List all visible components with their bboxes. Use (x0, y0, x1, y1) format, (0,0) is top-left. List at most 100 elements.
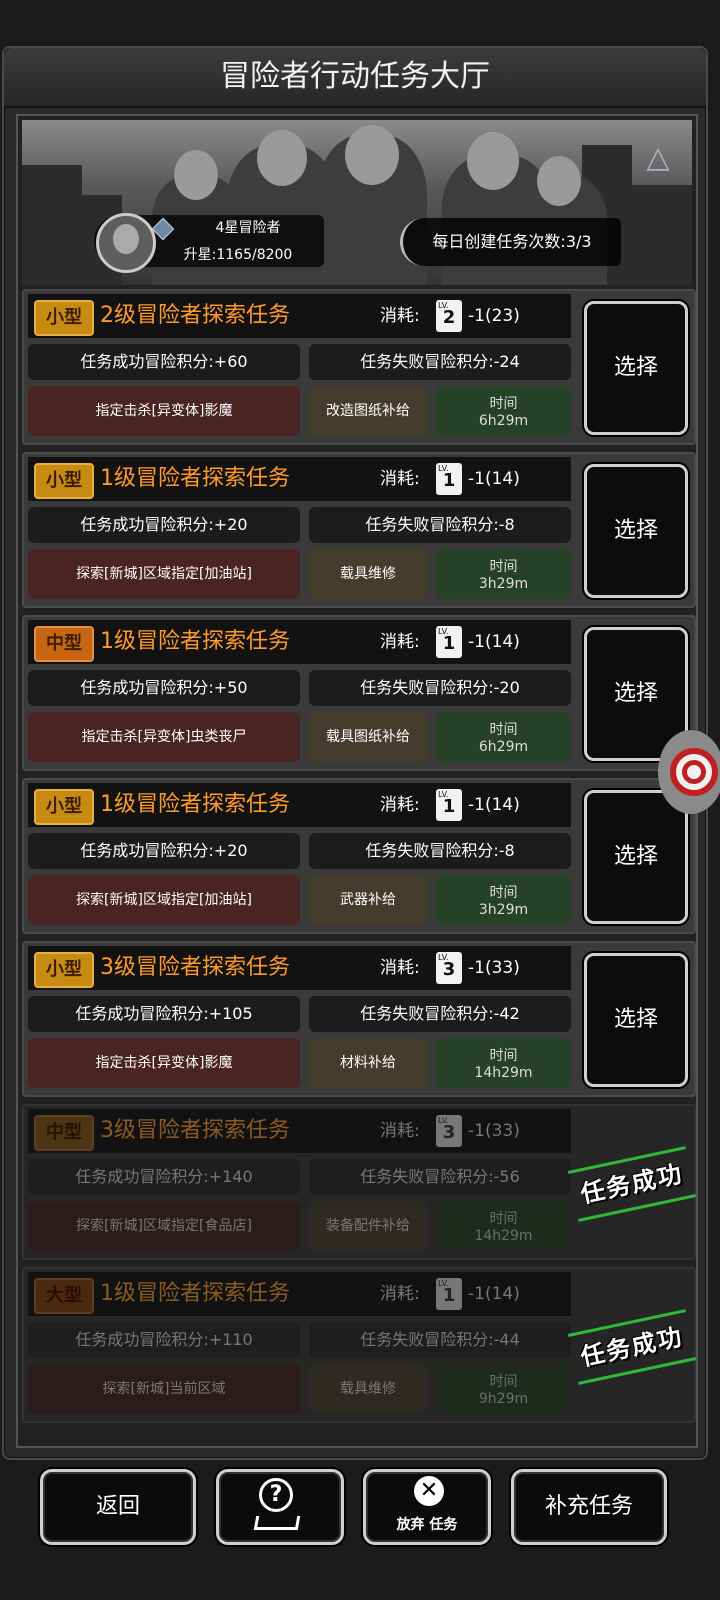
select-task-button[interactable]: 选择 (584, 464, 688, 598)
task-name: 1级冒险者探索任务 (100, 466, 290, 491)
abandon-task-button[interactable]: ✕ 放弃 任务 (363, 1469, 491, 1545)
fail-points: 任务失败冒险积分:-42 (309, 996, 571, 1032)
success-points: 任务成功冒险积分:+60 (28, 344, 300, 380)
adventurers-banner: △ 4星冒险者 升星:1165/8200 每日创建任务次数:3/3 (22, 120, 692, 285)
task-card[interactable]: 中型1级冒险者探索任务 消耗: 1 -1(14) 任务成功冒险积分:+50任务失败冒险积… (22, 614, 696, 771)
task-time: 时间 9h29m (436, 1364, 571, 1414)
level-card-icon: 1 (436, 451, 462, 495)
task-target: 探索[新城]区域指定[加油站] (28, 549, 300, 599)
level-card-icon: 1 (436, 1266, 462, 1310)
time-label: 时间 (489, 1374, 518, 1390)
task-target: 探索[新城]区域指定[加油站] (28, 875, 300, 925)
task-success-stamp: 任务成功 (567, 1309, 697, 1385)
task-success-stamp: 任务成功 (567, 1146, 697, 1222)
cost-label: 消耗: (380, 1284, 420, 1304)
task-name: 2级冒险者探索任务 (100, 303, 290, 328)
time-value: 6h29m (478, 739, 529, 755)
task-size-tag: 小型 (34, 952, 94, 988)
time-value: 9h29m (478, 1391, 529, 1407)
task-reward: 载具维修 (309, 1364, 427, 1414)
success-points: 任务成功冒险积分:+105 (28, 996, 300, 1032)
task-header: 大型1级冒险者探索任务 消耗: 1 -1(14) (28, 1266, 571, 1316)
task-name: 3级冒险者探索任务 (100, 1118, 290, 1143)
task-card[interactable]: 小型1级冒险者探索任务 消耗: 1 -1(14) 任务成功冒险积分:+20任务失败冒险积… (22, 451, 696, 608)
task-name: 3级冒险者探索任务 (100, 955, 290, 980)
level-card-icon: 1 (436, 614, 462, 658)
cost-label: 消耗: (380, 795, 420, 815)
task-time: 时间 6h29m (436, 712, 571, 762)
task-target: 探索[新城]当前区域 (28, 1364, 300, 1414)
rank-progress: 升星:1165/8200 (183, 247, 293, 263)
back-button[interactable]: 返回 (40, 1469, 196, 1545)
task-time: 时间 3h29m (436, 875, 571, 925)
time-value: 14h29m (474, 1228, 533, 1244)
task-size-tag: 中型 (34, 626, 94, 662)
task-reward: 载具维修 (309, 549, 427, 599)
task-header: 小型3级冒险者探索任务 消耗: 3 -1(33) (28, 940, 571, 990)
map-base-icon (253, 1516, 301, 1530)
task-size-tag: 小型 (34, 300, 94, 336)
task-header: 小型1级冒险者探索任务 消耗: 1 -1(14) (28, 777, 571, 827)
task-size-tag: 中型 (34, 1115, 94, 1151)
select-task-button[interactable]: 选择 (584, 790, 688, 924)
task-reward: 武器补给 (309, 875, 427, 925)
task-target: 指定击杀[异变体]影魔 (28, 386, 300, 436)
fail-points: 任务失败冒险积分:-20 (309, 670, 571, 706)
task-card[interactable]: 小型1级冒险者探索任务 消耗: 1 -1(14) 任务成功冒险积分:+20任务失败冒险积… (22, 777, 696, 934)
cost-value: -1(14) (468, 1284, 520, 1304)
task-time: 时间 14h29m (436, 1201, 571, 1251)
task-time: 时间 3h29m (436, 549, 571, 599)
select-task-button[interactable]: 选择 (584, 953, 688, 1087)
cost-label: 消耗: (380, 469, 420, 489)
close-icon: ✕ (414, 1476, 444, 1506)
task-name: 1级冒险者探索任务 (100, 792, 290, 817)
success-points: 任务成功冒险积分:+50 (28, 670, 300, 706)
task-header: 小型2级冒险者探索任务 消耗: 2 -1(23) (28, 288, 571, 338)
task-size-tag: 小型 (34, 789, 94, 825)
time-label: 时间 (489, 722, 518, 738)
cost-label: 消耗: (380, 958, 420, 978)
cost-value: -1(14) (468, 469, 520, 489)
cost-value: -1(14) (468, 795, 520, 815)
page-title: 冒险者行动任务大厅 (4, 48, 706, 108)
daily-create-count: 每日创建任务次数:3/3 (400, 218, 621, 266)
replenish-task-button[interactable]: 补充任务 (511, 1469, 667, 1545)
time-label: 时间 (489, 1048, 518, 1064)
level-card-icon: 3 (436, 1103, 462, 1147)
task-reward: 材料补给 (309, 1038, 427, 1088)
task-header: 中型3级冒险者探索任务 消耗: 3 -1(33) (28, 1103, 571, 1153)
fail-points: 任务失败冒险积分:-44 (309, 1322, 571, 1358)
time-value: 6h29m (478, 413, 529, 429)
task-reward: 改造图纸补给 (309, 386, 427, 436)
time-label: 时间 (489, 396, 518, 412)
task-reward: 装备配件补给 (309, 1201, 427, 1251)
task-header: 小型1级冒险者探索任务 消耗: 1 -1(14) (28, 451, 571, 501)
task-card: 中型3级冒险者探索任务 消耗: 3 -1(33) 任务成功冒险积分:+140任务失败冒险… (22, 1103, 697, 1260)
level-card-icon: 2 (436, 288, 462, 332)
cost-label: 消耗: (380, 1121, 420, 1141)
select-task-button[interactable]: 选择 (584, 301, 688, 435)
floating-target-icon[interactable] (658, 730, 720, 814)
fail-points: 任务失败冒险积分:-8 (309, 833, 571, 869)
task-card: 大型1级冒险者探索任务 消耗: 1 -1(14) 任务成功冒险积分:+110任务失败冒险… (22, 1266, 697, 1423)
cost-label: 消耗: (380, 306, 420, 326)
time-value: 3h29m (478, 576, 529, 592)
fail-points: 任务失败冒险积分:-56 (309, 1159, 571, 1195)
task-card[interactable]: 小型3级冒险者探索任务 消耗: 3 -1(33) 任务成功冒险积分:+105任务失败冒险… (22, 940, 696, 1097)
fail-points: 任务失败冒险积分:-8 (309, 507, 571, 543)
help-button[interactable]: ? (216, 1469, 344, 1545)
rank-title: 4星冒险者 (215, 220, 281, 236)
task-size-tag: 小型 (34, 463, 94, 499)
player-avatar (96, 213, 156, 273)
task-card[interactable]: 小型2级冒险者探索任务 消耗: 2 -1(23) 任务成功冒险积分:+60任务失败冒险积… (22, 288, 696, 445)
cost-value: -1(14) (468, 632, 520, 652)
fail-points: 任务失败冒险积分:-24 (309, 344, 571, 380)
success-points: 任务成功冒险积分:+20 (28, 833, 300, 869)
task-list-panel: △ 4星冒险者 升星:1165/8200 每日创建任务次数:3/3 小型 2级冒险… (16, 114, 698, 1448)
task-header: 中型1级冒险者探索任务 消耗: 1 -1(14) (28, 614, 571, 664)
success-points: 任务成功冒险积分:+140 (28, 1159, 300, 1195)
time-value: 3h29m (478, 902, 529, 918)
cost-value: -1(33) (468, 958, 520, 978)
success-points: 任务成功冒险积分:+110 (28, 1322, 300, 1358)
abandon-task-label: 放弃 任务 (396, 1517, 458, 1533)
